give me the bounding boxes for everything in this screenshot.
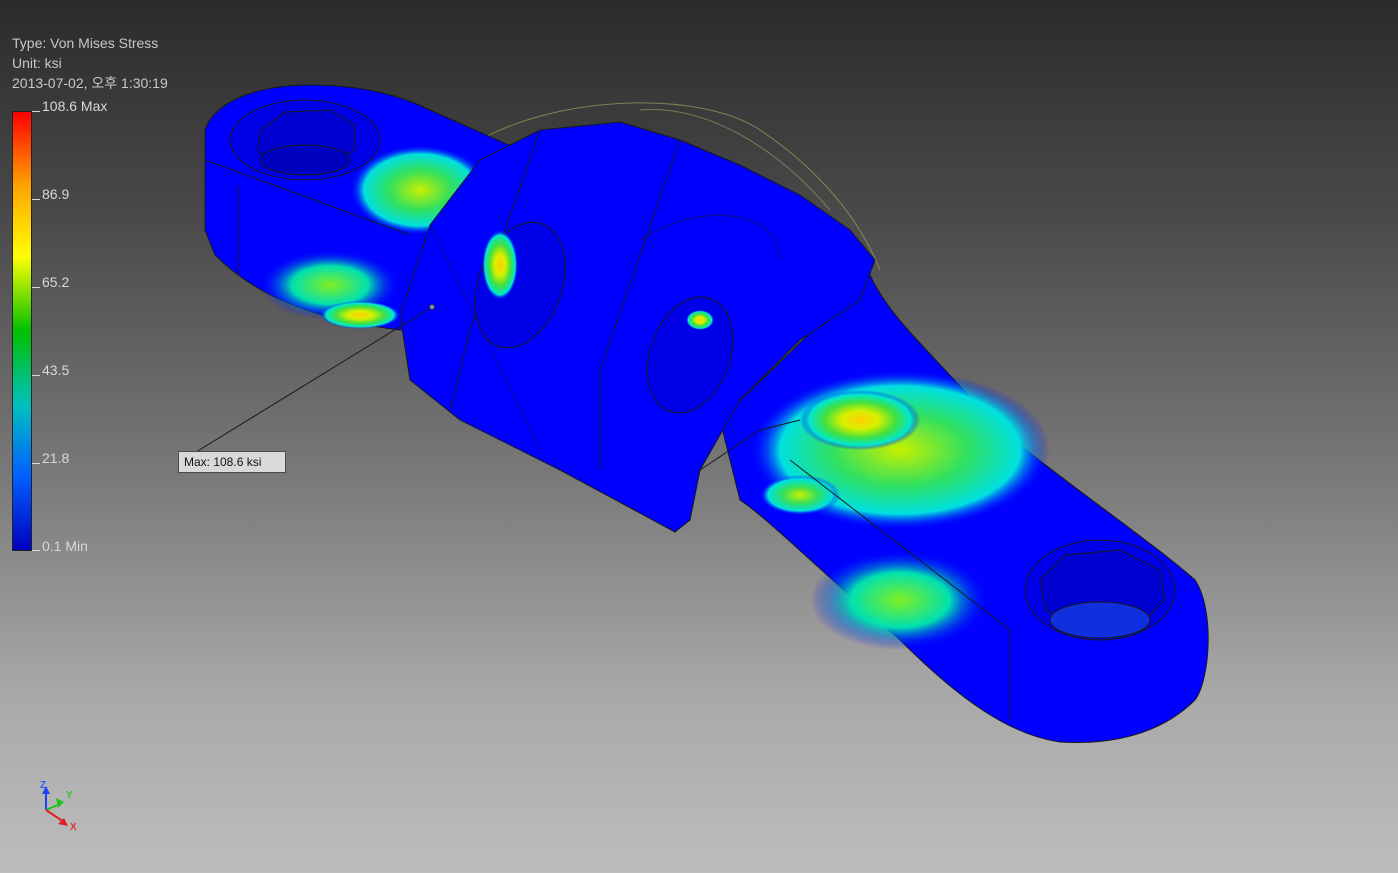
- max-leader-line: [195, 306, 433, 453]
- result-timestamp-label: 2013-07-02, 오후 1:30:19: [12, 75, 168, 91]
- color-legend-bar[interactable]: [12, 111, 32, 551]
- triad-y-label: Y: [66, 790, 73, 801]
- triad-x-label: X: [70, 822, 77, 833]
- view-triad[interactable]: Z Y X: [30, 778, 90, 838]
- left-bolt-bore: [259, 144, 351, 176]
- legend-label-4: 21.8: [42, 450, 70, 466]
- right-arm-hot: [800, 390, 920, 450]
- legend-label-3: 43.5: [42, 362, 70, 378]
- right-arm-hot: [760, 475, 840, 515]
- legend-tick-3: [32, 375, 40, 376]
- legend-tick-2: [32, 287, 40, 288]
- pin-hole-left-hot: [482, 230, 518, 300]
- legend-label-5: 0.1 Min: [42, 538, 88, 554]
- graphics-viewport[interactable]: [0, 0, 1398, 873]
- pin-hole-right-hot: [686, 310, 714, 330]
- left-arm-hot: [320, 301, 400, 329]
- legend-label-1: 86.9: [42, 186, 70, 202]
- right-arm-hot: [810, 550, 990, 650]
- legend-tick-4: [32, 463, 40, 464]
- legend-label-2: 65.2: [42, 274, 70, 290]
- right-bolt-bore: [1049, 601, 1151, 639]
- legend-tick-1: [32, 199, 40, 200]
- stress-model[interactable]: [0, 0, 1398, 873]
- result-type-label: Type: Von Mises Stress: [12, 35, 159, 51]
- triad-z-label: Z: [40, 780, 47, 791]
- legend-label-0: 108.6 Max: [42, 98, 108, 114]
- max-probe-point: [429, 304, 435, 310]
- axis-triad-icon: [42, 786, 68, 826]
- max-value-callout[interactable]: Max: 108.6 ksi: [178, 451, 286, 473]
- result-unit-label: Unit: ksi: [12, 55, 62, 71]
- legend-tick-0: [32, 111, 40, 112]
- legend-tick-5: [32, 550, 40, 551]
